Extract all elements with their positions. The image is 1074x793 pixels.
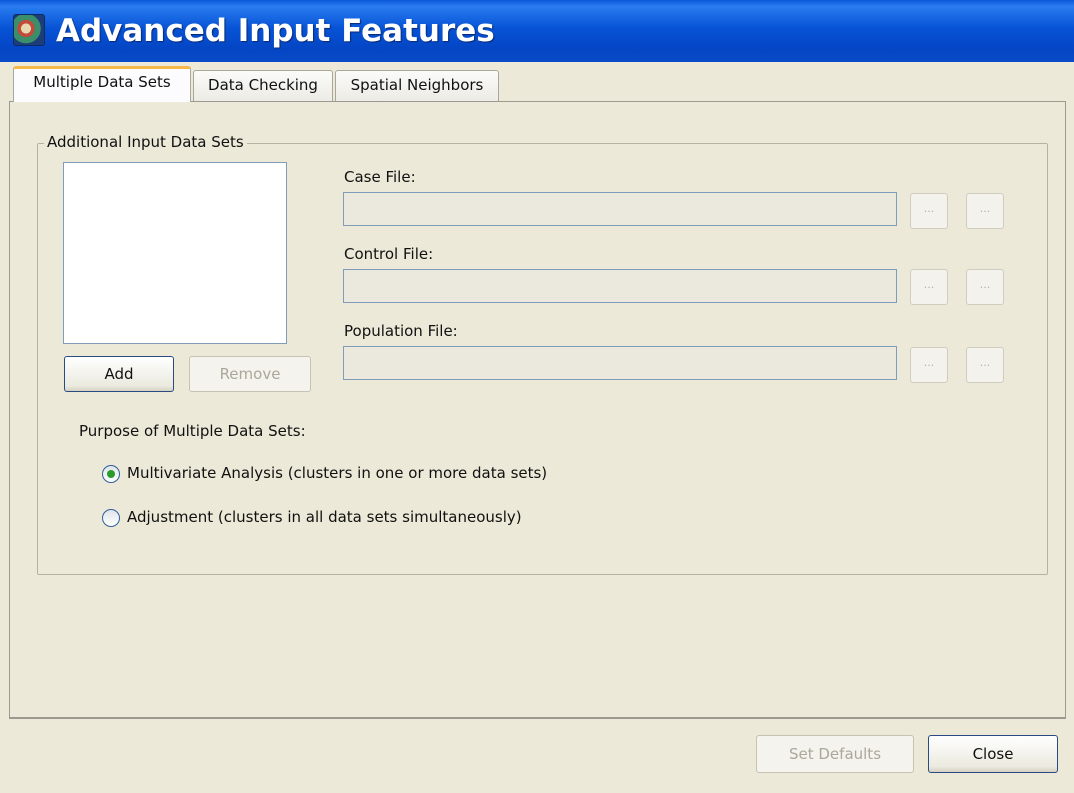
add-button[interactable]: Add (64, 356, 174, 392)
control-file-field[interactable] (343, 269, 897, 303)
population-file-label: Population File: (344, 322, 458, 340)
radio-selected-dot (107, 470, 115, 478)
population-file-import-button[interactable]: ... (966, 347, 1004, 383)
case-file-import-button[interactable]: ... (966, 193, 1004, 229)
close-button[interactable]: Close (928, 735, 1058, 773)
data-sets-list[interactable] (63, 162, 287, 344)
population-file-browse-button[interactable]: ... (910, 347, 948, 383)
tab-multiple-data-sets[interactable]: Multiple Data Sets (13, 66, 191, 102)
case-file-label: Case File: (344, 168, 416, 186)
population-file-field[interactable] (343, 346, 897, 380)
multivariate-option-label[interactable]: Multivariate Analysis (clusters in one o… (127, 463, 547, 483)
adjustment-radio[interactable] (102, 509, 120, 527)
control-file-browse-button[interactable]: ... (910, 269, 948, 305)
footer-divider (9, 718, 1066, 719)
adjustment-option-label[interactable]: Adjustment (clusters in all data sets si… (127, 507, 522, 527)
window-title: Advanced Input Features (56, 13, 495, 49)
tab-spatial-neighbors[interactable]: Spatial Neighbors (335, 70, 499, 101)
set-defaults-button[interactable]: Set Defaults (756, 735, 914, 773)
app-icon[interactable] (13, 14, 45, 46)
case-file-browse-button[interactable]: ... (910, 193, 948, 229)
control-file-label: Control File: (344, 245, 434, 263)
tab-data-checking[interactable]: Data Checking (193, 70, 333, 101)
remove-button[interactable]: Remove (189, 356, 311, 392)
title-bar[interactable]: Advanced Input Features (0, 0, 1074, 62)
case-file-field[interactable] (343, 192, 897, 226)
group-title: Additional Input Data Sets (44, 131, 247, 153)
multivariate-radio[interactable] (102, 465, 120, 483)
control-file-import-button[interactable]: ... (966, 269, 1004, 305)
purpose-label: Purpose of Multiple Data Sets: (79, 422, 306, 440)
